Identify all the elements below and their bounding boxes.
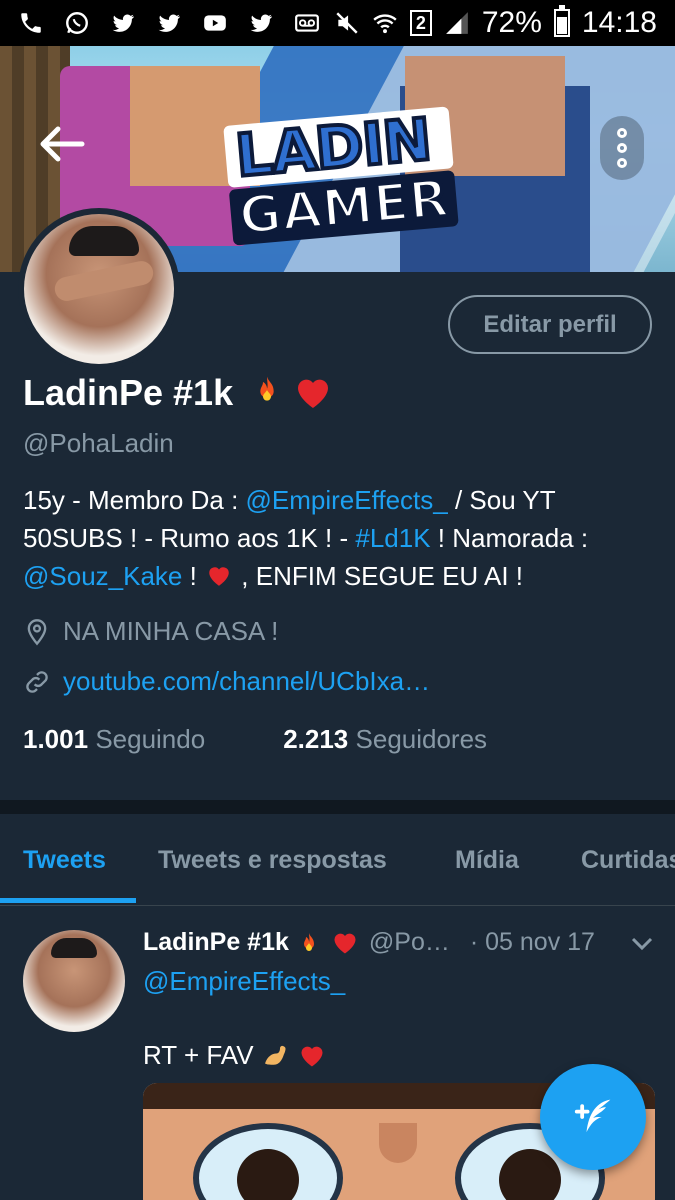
url-text[interactable]: youtube.com/channel/UCbIxa… [63,666,430,697]
tweet-avatar[interactable] [23,930,125,1032]
profile-avatar[interactable] [18,208,180,370]
active-tab-indicator [0,898,136,903]
back-arrow-icon[interactable] [36,124,86,164]
location-text: NA MINHA CASA ! [63,616,279,646]
follow-counts: 1.001 Seguindo 2.213 Seguidores [23,724,487,755]
following-label: Seguindo [95,724,206,754]
profile-name: LadinPe #1k [23,372,335,414]
more-dot [617,128,627,138]
followers-count: 2.213 [283,724,349,754]
bio-text: 15y - Membro Da : [23,485,246,515]
mute-icon [334,10,360,36]
twitter-icon [248,10,274,36]
profile-location: NA MINHA CASA ! [23,616,278,647]
more-dot [617,158,627,168]
banner-logo: LADIN GAMER [223,103,460,249]
bio-text: ! Namorada : [430,523,589,553]
edit-profile-button[interactable]: Editar perfil [448,295,652,354]
caret-down-icon[interactable] [630,935,654,953]
flexed-biceps-emoji-icon [264,1045,286,1065]
more-options-icon[interactable] [600,116,644,180]
fire-emoji-icon [303,932,314,951]
avatar-hair [51,938,97,958]
profile-tabs: Tweets Tweets e respostas Mídia Curtidas [0,814,675,906]
profile-name-text: LadinPe #1k [23,372,234,413]
voicemail-icon [294,10,320,36]
compose-tweet-button[interactable] [540,1064,646,1170]
tweet-author-handle: @Po… [368,928,450,956]
section-divider [0,800,675,814]
profile-bio: 15y - Membro Da : @EmpireEffects_ / Sou … [23,481,653,595]
name-emojis [251,373,335,413]
compose-tweet-icon [574,1099,611,1133]
heart-emoji-icon [334,933,356,953]
bio-text: , ENFIM SEGUE EU AI ! [234,561,524,591]
media-nose [379,1123,417,1163]
tweet-header: LadinPe #1k @Po… · 05 nov 17 [143,928,595,957]
whatsapp-icon [64,10,90,36]
tweet-text-content: RT + FAV [143,1040,254,1070]
twitter-icon [110,10,136,36]
following-count-link[interactable]: 1.001 Seguindo [23,724,205,755]
bio-mention-link[interactable]: @Souz_Kake [23,561,182,591]
twitter-icon [156,10,182,36]
heart-emoji-icon [298,379,329,408]
following-count: 1.001 [23,724,89,754]
followers-count-link[interactable]: 2.213 Seguidores [283,724,487,755]
link-icon [26,670,48,693]
followers-label: Seguidores [355,724,488,754]
youtube-icon [202,10,228,36]
bio-mention-link[interactable]: @EmpireEffects_ [246,485,448,515]
tweet-date[interactable]: · 05 nov 17 [470,928,595,957]
tab-media[interactable]: Mídia [455,846,519,875]
clock: 14:18 [581,6,657,39]
media-pupil [237,1149,299,1200]
battery-level [556,16,567,34]
tab-tweets-replies[interactable]: Tweets e respostas [158,846,387,875]
tweet-mention-link[interactable]: @EmpireEffects_ [143,966,345,997]
bio-hashtag-link[interactable]: #Ld1K [355,523,430,553]
signal-icon [444,10,470,36]
heart-emoji-icon [301,1046,323,1066]
sim-indicator: 2 [409,10,432,36]
wifi-icon [372,10,398,36]
heart-emoji-icon [209,567,229,586]
fire-emoji-icon [260,376,274,401]
profile-url[interactable]: youtube.com/channel/UCbIxa… [23,666,430,697]
avatar-photo [24,214,174,364]
profile-handle: @PohaLadin [23,428,174,458]
tab-tweets[interactable]: Tweets [23,846,106,875]
tab-likes[interactable]: Curtidas [581,846,675,875]
battery-icon [553,5,570,37]
tweet-author-name[interactable]: LadinPe #1k [143,928,289,957]
status-bar: 2 72% 14:18 [0,0,675,46]
avatar-arm [52,258,156,304]
avatar-hair [69,226,139,256]
bio-text: ! [182,561,205,591]
location-icon [27,618,47,645]
media-pupil [499,1149,561,1200]
phone-icon [18,10,44,36]
battery-percent: 72% [481,6,542,39]
tweet-text: RT + FAV [143,1040,328,1071]
more-dot [617,143,627,153]
